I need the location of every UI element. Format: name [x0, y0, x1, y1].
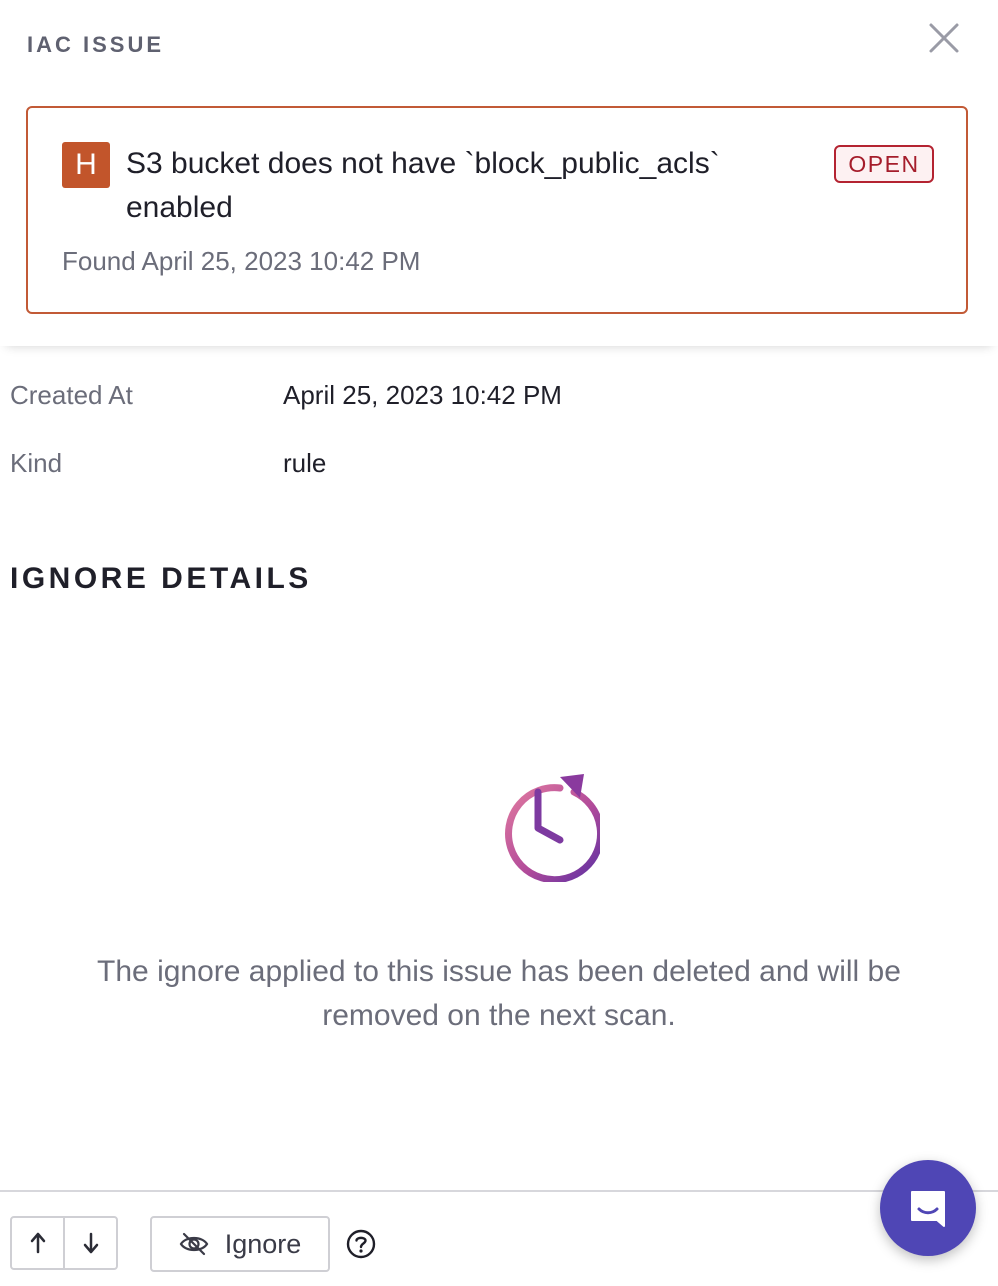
metadata-label: Created At	[10, 380, 133, 410]
issue-title: S3 bucket does not have `block_public_ac…	[126, 147, 720, 224]
panel-title: IAC ISSUE	[27, 32, 165, 57]
list-clock-illustration	[400, 682, 604, 887]
list-clock-icon	[406, 692, 604, 884]
ignore-deleted-message: The ignore applied to this issue has bee…	[97, 955, 901, 1032]
ignore-button-label: Ignore	[224, 1228, 302, 1259]
ignore-details-heading: IGNORE DETAILS	[10, 562, 312, 595]
sticky-header: IAC ISSUE H S3 bucket does not have `blo…	[0, 0, 998, 346]
status-badge: OPEN	[834, 145, 934, 183]
metadata-value: rule	[283, 448, 327, 478]
help-button[interactable]	[346, 1229, 376, 1259]
close-icon[interactable]	[924, 18, 964, 58]
issue-panel: METADATA Created At April 25, 2023 10:42…	[0, 0, 998, 1286]
chat-icon	[911, 1191, 945, 1227]
eye-off-icon	[179, 1232, 209, 1256]
issue-navigation	[10, 1216, 118, 1270]
chat-launcher-button[interactable]	[880, 1160, 976, 1256]
found-timestamp: Found April 25, 2023 10:42 PM	[62, 246, 421, 276]
arrow-up-icon	[30, 1232, 45, 1254]
arrow-down-icon	[83, 1232, 98, 1254]
ignore-button[interactable]: Ignore	[150, 1216, 330, 1272]
next-issue-button[interactable]	[63, 1218, 116, 1268]
metadata-value: April 25, 2023 10:42 PM	[283, 380, 562, 410]
severity-badge: H	[62, 142, 110, 188]
previous-issue-button[interactable]	[12, 1218, 63, 1268]
question-circle-icon[interactable]	[346, 1229, 376, 1259]
close-button[interactable]	[924, 18, 964, 58]
issue-summary-card: H S3 bucket does not have `block_public_…	[26, 106, 968, 314]
metadata-label: Kind	[10, 448, 63, 478]
footer-divider	[0, 1190, 998, 1192]
